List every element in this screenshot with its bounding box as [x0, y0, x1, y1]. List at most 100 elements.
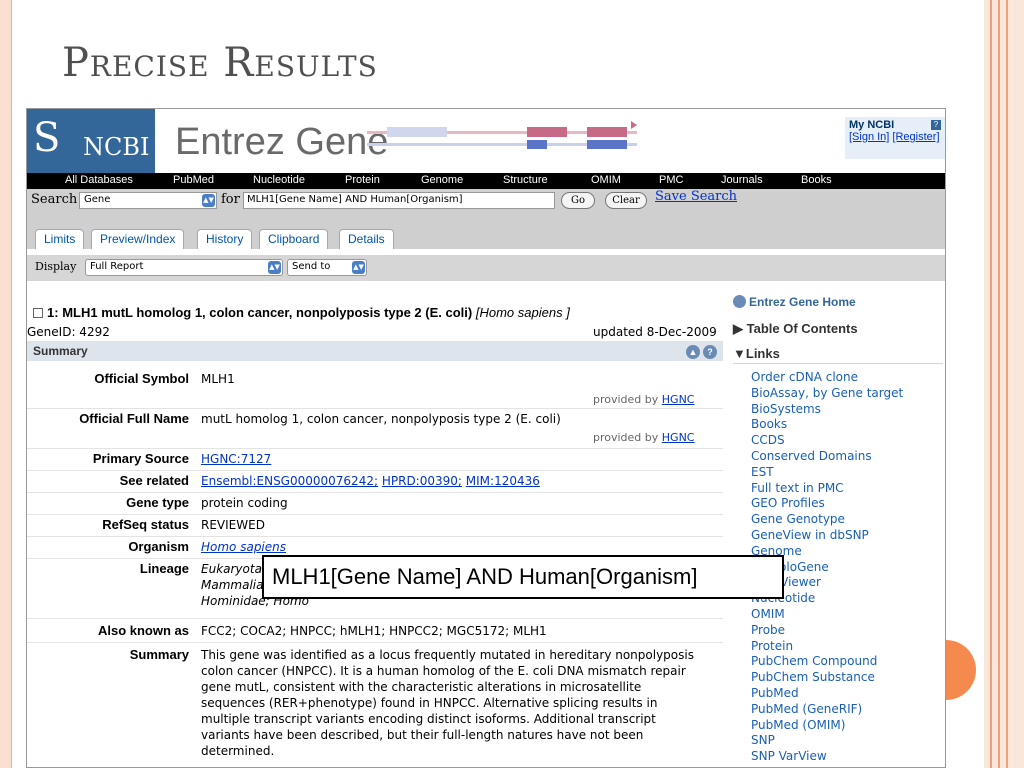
- nav-all-databases[interactable]: All Databases: [65, 174, 133, 186]
- report-format-value: Full Report: [90, 261, 144, 272]
- ensembl-link[interactable]: Ensembl:ENSG00000076242;: [201, 474, 378, 488]
- table-of-contents-toggle[interactable]: ▶ Table Of Contents: [733, 321, 858, 337]
- row-summary: Summary This gene was identified as a lo…: [27, 645, 723, 767]
- link-full-text-pmc[interactable]: Full text in PMC: [751, 481, 903, 497]
- link-pubmed-omim[interactable]: PubMed (OMIM): [751, 718, 903, 734]
- link-est[interactable]: EST: [751, 465, 903, 481]
- home-icon: [733, 295, 746, 308]
- summary-section-title: Summary: [33, 344, 88, 358]
- link-snp-varview[interactable]: SNP VarView: [751, 749, 903, 765]
- nav-structure[interactable]: Structure: [503, 174, 548, 186]
- send-to-label: Send to: [292, 261, 331, 272]
- sign-in-link[interactable]: [Sign In]: [849, 131, 889, 143]
- nav-nucleotide[interactable]: Nucleotide: [253, 174, 305, 186]
- report-format-select[interactable]: Full Report ▲▼: [85, 259, 283, 276]
- nav-omim[interactable]: OMIM: [591, 174, 621, 186]
- link-protein[interactable]: Protein: [751, 639, 903, 655]
- mim-link[interactable]: MIM:120436: [466, 474, 540, 488]
- help-icon[interactable]: ?: [931, 120, 941, 130]
- links-section-header[interactable]: ▼Links: [733, 346, 943, 364]
- database-select[interactable]: Gene ▲▼: [79, 192, 217, 209]
- link-order-cdna-clone[interactable]: Order cDNA clone: [751, 370, 903, 386]
- row-key: Organism: [128, 539, 189, 554]
- ncbi-logo-icon: S: [33, 115, 61, 161]
- arrow-up-icon[interactable]: ▲: [686, 345, 700, 359]
- display-label: Display: [35, 260, 77, 273]
- link-probe[interactable]: Probe: [751, 623, 903, 639]
- nav-genome[interactable]: Genome: [421, 174, 463, 186]
- triangle-down-icon: ▼: [733, 346, 746, 361]
- row-value: REVIEWED: [201, 518, 265, 532]
- nav-journals[interactable]: Journals: [721, 174, 763, 186]
- nav-pmc[interactable]: PMC: [659, 174, 683, 186]
- hprd-link[interactable]: HPRD:00390;: [382, 474, 462, 488]
- select-arrows-icon: ▲▼: [352, 261, 365, 274]
- help-icon[interactable]: ?: [703, 345, 717, 359]
- link-gene-genotype[interactable]: Gene Genotype: [751, 512, 903, 528]
- record-checkbox[interactable]: [33, 308, 43, 318]
- link-ccds[interactable]: CCDS: [751, 433, 903, 449]
- tab-clipboard[interactable]: Clipboard: [259, 229, 329, 249]
- ncbi-logo[interactable]: S NCBI: [27, 109, 155, 173]
- nav-books[interactable]: Books: [801, 174, 832, 186]
- entrez-gene-home-link[interactable]: Entrez Gene Home: [733, 295, 856, 309]
- link-snp[interactable]: SNP: [751, 733, 903, 749]
- search-input[interactable]: MLH1[Gene Name] AND Human[Organism]: [243, 192, 555, 209]
- summary-section-header: Summary ▲?: [27, 341, 723, 361]
- my-ncbi-box: My NCBI ? [Sign In] [Register]: [845, 117, 945, 159]
- link-pubmed-generif[interactable]: PubMed (GeneRIF): [751, 702, 903, 718]
- gene-id: GeneID: 4292: [27, 325, 110, 339]
- row-key: See related: [119, 473, 189, 488]
- link-pubchem-substance[interactable]: PubChem Substance: [751, 670, 903, 686]
- hgnc-link[interactable]: HGNC: [662, 431, 695, 444]
- tab-preview-index[interactable]: Preview/Index: [91, 229, 185, 249]
- link-bioassay[interactable]: BioAssay, by Gene target: [751, 386, 903, 402]
- row-also-known-as: Also known as FCC2; COCA2; HNPCC; hMLH1;…: [27, 621, 723, 643]
- clear-button[interactable]: Clear: [605, 192, 647, 209]
- record-organism-close: ]: [566, 305, 570, 320]
- record-organism: Homo sapiens: [479, 305, 563, 320]
- app-title: Entrez Gene: [175, 121, 389, 163]
- updated-date: updated 8-Dec-2009: [593, 325, 717, 339]
- tab-details[interactable]: Details: [339, 229, 394, 249]
- register-link[interactable]: [Register]: [892, 131, 939, 143]
- nav-pubmed[interactable]: PubMed: [173, 174, 214, 186]
- lineage-line-2: Mammalia;: [201, 578, 268, 592]
- row-gene-type: Gene type protein coding: [27, 495, 723, 515]
- link-pubchem-compound[interactable]: PubChem Compound: [751, 654, 903, 670]
- tab-history[interactable]: History: [197, 229, 253, 249]
- link-pubmed[interactable]: PubMed: [751, 686, 903, 702]
- link-omim[interactable]: OMIM: [751, 607, 903, 623]
- link-books[interactable]: Books: [751, 417, 903, 433]
- send-to-select[interactable]: Send to ▲▼: [287, 259, 367, 276]
- provided-by-label: provided by: [593, 431, 659, 444]
- search-bar: Search Gene ▲▼ for MLH1[Gene Name] AND H…: [27, 189, 945, 249]
- slide-title: Precise Results: [62, 40, 378, 86]
- tab-limits[interactable]: Limits: [35, 229, 85, 249]
- save-search-link[interactable]: Save Search: [655, 189, 737, 204]
- row-value: This gene was identified as a locus freq…: [201, 648, 694, 758]
- slide-right-border: [984, 0, 1024, 768]
- query-callout: MLH1[Gene Name] AND Human[Organism]: [262, 555, 784, 599]
- link-geo-profiles[interactable]: GEO Profiles: [751, 496, 903, 512]
- organism-link[interactable]: Homo sapiens: [201, 539, 701, 555]
- go-button[interactable]: Go: [561, 192, 595, 209]
- row-primary-source: Primary Source HGNC:7127: [27, 451, 723, 471]
- for-label: for: [221, 192, 240, 207]
- hgnc-link[interactable]: HGNC: [662, 393, 695, 406]
- database-select-value: Gene: [84, 194, 111, 205]
- links-label: Links: [745, 346, 780, 361]
- nav-protein[interactable]: Protein: [345, 174, 380, 186]
- triangle-right-icon: ▶: [733, 321, 747, 336]
- link-biosystems[interactable]: BioSystems: [751, 402, 903, 418]
- select-arrows-icon: ▲▼: [202, 194, 215, 207]
- link-conserved-domains[interactable]: Conserved Domains: [751, 449, 903, 465]
- slide-left-border: [0, 0, 12, 768]
- select-arrows-icon: ▲▼: [268, 261, 281, 274]
- provided-by-label: provided by: [593, 393, 659, 406]
- row-key: Official Symbol: [94, 371, 189, 386]
- my-ncbi-title: My NCBI: [849, 119, 895, 131]
- database-nav: All Databases PubMed Nucleotide Protein …: [27, 173, 945, 189]
- primary-source-link[interactable]: HGNC:7127: [201, 451, 701, 467]
- link-geneview-dbsnp[interactable]: GeneView in dbSNP: [751, 528, 903, 544]
